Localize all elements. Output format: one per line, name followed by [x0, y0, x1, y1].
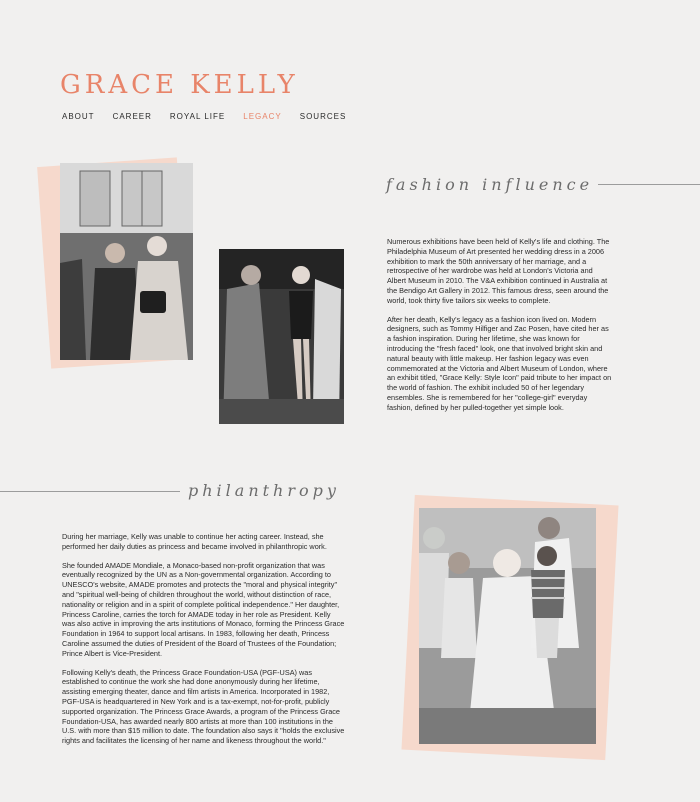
section-heading-fashion-influence: fashion influence: [386, 175, 594, 194]
fashion-paragraph-2: After her death, Kelly's legacy as a fas…: [387, 314, 612, 412]
fashion-influence-text: Numerous exhibitions have been held of K…: [387, 237, 613, 422]
philanthropy-paragraph-1: During her marriage, Kelly was unable to…: [62, 532, 327, 551]
nav-sources[interactable]: SOURCES: [300, 112, 347, 121]
philanthropy-text: During her marriage, Kelly was unable to…: [62, 532, 345, 755]
heading-divider: [0, 491, 180, 492]
photo-couple-arrival: [60, 163, 193, 360]
photo-with-children: [419, 508, 596, 744]
nav-about[interactable]: ABOUT: [62, 112, 95, 121]
nav-career[interactable]: CAREER: [113, 112, 152, 121]
heading-divider: [598, 184, 700, 185]
philanthropy-paragraph-3: Following Kelly's death, the Princess Gr…: [62, 667, 345, 746]
main-nav: ABOUT CAREER ROYAL LIFE LEGACY SOURCES: [62, 112, 346, 121]
photo-swimsuit-fitting: [219, 249, 344, 424]
nav-legacy[interactable]: LEGACY: [243, 112, 281, 121]
philanthropy-paragraph-2: She founded AMADE Mondiale, a Monaco-bas…: [62, 560, 345, 658]
fashion-paragraph-1: Numerous exhibitions have been held of K…: [387, 237, 610, 305]
nav-royal-life[interactable]: ROYAL LIFE: [170, 112, 225, 121]
site-logo[interactable]: GRACE KELLY: [60, 70, 299, 100]
section-heading-philanthropy: philanthropy: [188, 481, 340, 500]
